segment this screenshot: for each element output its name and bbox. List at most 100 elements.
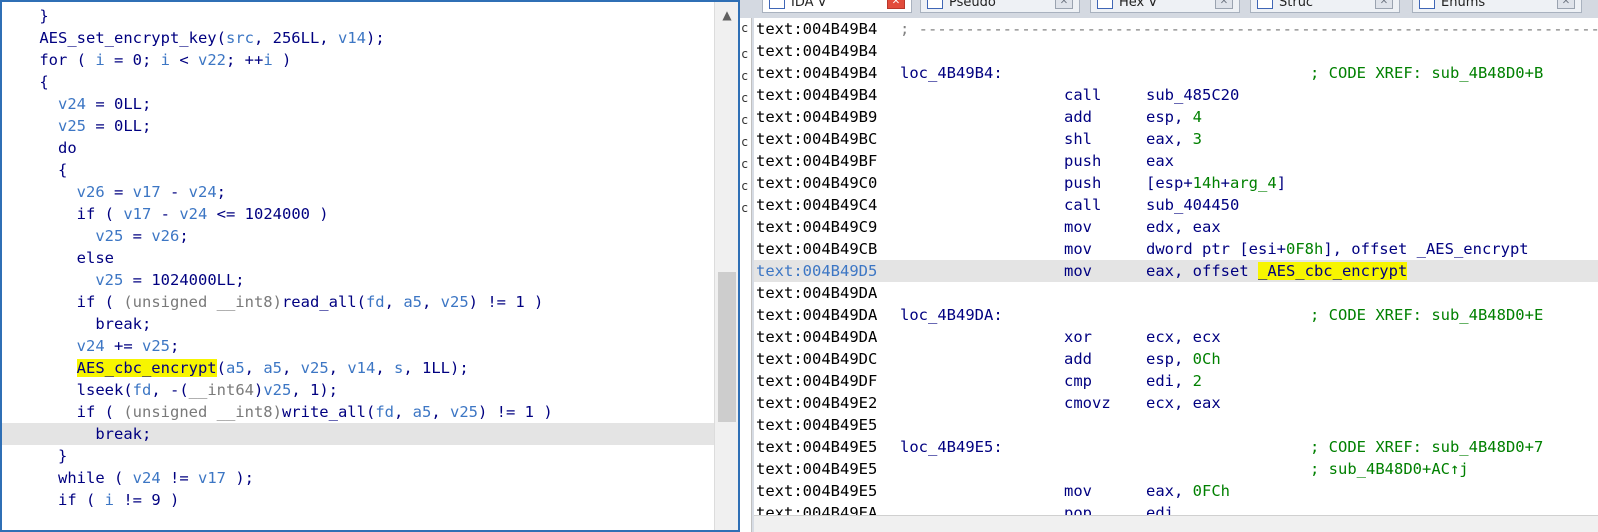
disassembly-line[interactable]: text:004B49E5 ; sub_4B48D0+AC↑j: [754, 458, 1598, 480]
disassembly-line[interactable]: text:004B49DC add esp, 0Ch: [754, 348, 1598, 370]
close-icon[interactable]: ✕: [887, 0, 905, 9]
code-token[interactable]: v24: [77, 337, 105, 355]
operands[interactable]: esp, 0Ch: [1146, 348, 1221, 370]
pseudocode-line[interactable]: AES_set_encrypt_key(src, 256LL, v14);: [2, 27, 714, 49]
code-token[interactable]: v14: [347, 359, 375, 377]
pseudocode-line[interactable]: v24 = 0LL;: [2, 93, 714, 115]
pseudocode-line[interactable]: if ( (unsigned __int8)read_all(fd, a5, v…: [2, 291, 714, 313]
code-token[interactable]: i: [105, 491, 114, 509]
close-icon[interactable]: ✕: [1055, 0, 1073, 9]
code-token[interactable]: v24: [179, 205, 207, 223]
code-token[interactable]: i: [95, 51, 104, 69]
code-token[interactable]: v25: [95, 227, 123, 245]
pseudocode-line[interactable]: }: [2, 5, 714, 27]
disassembly-line[interactable]: text:004B49C4 call sub_404450: [754, 194, 1598, 216]
scroll-up-arrow-icon[interactable]: ▲: [715, 4, 738, 26]
pseudocode-line[interactable]: break;: [2, 313, 714, 335]
code-token[interactable]: write_all: [282, 403, 366, 421]
code-token[interactable]: v24: [58, 95, 86, 113]
tab-enums[interactable]: Enums ✕: [1412, 0, 1582, 13]
code-token[interactable]: v24: [189, 183, 217, 201]
xref-comment[interactable]: ; CODE XREF: sub_4B48D0+E: [1310, 304, 1543, 326]
operands[interactable]: ecx, eax: [1146, 392, 1221, 414]
horizontal-scrollbar[interactable]: [754, 515, 1598, 532]
operands[interactable]: eax, 3: [1146, 128, 1202, 150]
close-icon[interactable]: ✕: [1215, 0, 1233, 9]
disassembly-line[interactable]: text:004B49CB mov dword ptr [esi+0F8h], of…: [754, 238, 1598, 260]
code-token[interactable]: v25: [301, 359, 329, 377]
xref-comment[interactable]: ; sub_4B48D0+AC↑j: [1310, 458, 1469, 480]
disassembly-line[interactable]: text:004B49EA pop edi: [754, 502, 1598, 515]
pseudocode-line[interactable]: break;: [2, 423, 714, 445]
code-token[interactable]: fd: [375, 403, 394, 421]
pseudocode-line[interactable]: if ( v17 - v24 <= 1024000 ): [2, 203, 714, 225]
disassembly-line[interactable]: text:004B49DA xor ecx, ecx: [754, 326, 1598, 348]
code-token[interactable]: a5: [263, 359, 282, 377]
pseudocode-line[interactable]: for ( i = 0; i < v22; ++i ): [2, 49, 714, 71]
code-token[interactable]: v25: [58, 117, 86, 135]
code-token[interactable]: src: [226, 29, 254, 47]
disassembly-line[interactable]: text:004B49B4: [754, 40, 1598, 62]
xref-comment[interactable]: ; CODE XREF: sub_4B48D0+B: [1310, 62, 1543, 84]
code-token[interactable]: v25: [450, 403, 478, 421]
pseudocode-line[interactable]: {: [2, 71, 714, 93]
pseudocode-line[interactable]: else: [2, 247, 714, 269]
tab-ida-v[interactable]: IDA V ✕: [762, 0, 912, 13]
code-token[interactable]: a5: [413, 403, 432, 421]
disassembly-line[interactable]: text:004B49C0 push [esp+14h+arg_4]: [754, 172, 1598, 194]
code-token[interactable]: v25: [95, 271, 123, 289]
tab-struc[interactable]: Struc ✕: [1250, 0, 1400, 13]
code-token[interactable]: lseek(: [2, 381, 133, 399]
operands[interactable]: sub_485C20: [1146, 84, 1239, 106]
disassembly-line[interactable]: text:004B49DA loc_4B49DA: ; CODE XREF: sub…: [754, 304, 1598, 326]
code-token[interactable]: v25: [441, 293, 469, 311]
disassembly-line[interactable]: text:004B49E5 mov eax, 0FCh: [754, 480, 1598, 502]
pseudocode-pane[interactable]: } AES_set_encrypt_key(src, 256LL, v14); …: [0, 0, 740, 532]
disassembly-line[interactable]: text:004B49B9 add esp, 4: [754, 106, 1598, 128]
code-label[interactable]: loc_4B49B4:: [900, 62, 1003, 84]
operands[interactable]: eax: [1146, 150, 1174, 172]
disassembly-line[interactable]: text:004B49C9 mov edx, eax: [754, 216, 1598, 238]
pseudocode-line[interactable]: v25 = 1024000LL;: [2, 269, 714, 291]
operands[interactable]: eax, offset _AES_cbc_encrypt: [1146, 260, 1408, 282]
code-label[interactable]: loc_4B49E5:: [900, 436, 1003, 458]
code-token[interactable]: v17: [133, 183, 161, 201]
operands[interactable]: sub_404450: [1146, 194, 1239, 216]
code-token[interactable]: AES_set_encrypt_key: [39, 29, 216, 47]
disassembly-line[interactable]: text:004B49BC shl eax, 3: [754, 128, 1598, 150]
operands[interactable]: dword ptr [esi+0F8h], offset _AES_encryp…: [1146, 238, 1529, 260]
disassembly-line[interactable]: text:004B49B4 loc_4B49B4: ; CODE XREF: sub…: [754, 62, 1598, 84]
code-token[interactable]: v17: [198, 469, 226, 487]
disassembly-line[interactable]: text:004B49E5 loc_4B49E5: ; CODE XREF: sub…: [754, 436, 1598, 458]
disassembly-line[interactable]: text:004B49B4 call sub_485C20: [754, 84, 1598, 106]
xref-comment[interactable]: ; CODE XREF: sub_4B48D0+7: [1310, 436, 1543, 458]
code-token[interactable]: v26: [77, 183, 105, 201]
operands[interactable]: edi: [1146, 502, 1174, 515]
pseudocode-line[interactable]: }: [2, 445, 714, 467]
disassembly-listing[interactable]: text:004B49B4 ; -------------------------…: [754, 18, 1598, 515]
pseudocode-line[interactable]: while ( v24 != v17 );: [2, 467, 714, 489]
pseudocode-scrollbar[interactable]: ▲: [714, 2, 738, 530]
code-token[interactable]: v17: [123, 205, 151, 223]
disassembly-line[interactable]: text:004B49D5 mov eax, offset _AES_cbc_enc…: [754, 260, 1598, 282]
operands[interactable]: eax, 0FCh: [1146, 480, 1230, 502]
operands[interactable]: edi, 2: [1146, 370, 1202, 392]
pseudocode-line[interactable]: {: [2, 159, 714, 181]
operands[interactable]: ecx, ecx: [1146, 326, 1221, 348]
code-token[interactable]: v25: [263, 381, 291, 399]
pseudocode-line[interactable]: v25 = v26;: [2, 225, 714, 247]
pseudocode-line[interactable]: v25 = 0LL;: [2, 115, 714, 137]
operands[interactable]: [esp+14h+arg_4]: [1146, 172, 1286, 194]
disassembly-line[interactable]: text:004B49DA: [754, 282, 1598, 304]
pseudocode-line[interactable]: if ( i != 9 ): [2, 489, 714, 511]
disassembly-line[interactable]: text:004B49BF push eax: [754, 150, 1598, 172]
pseudocode-line[interactable]: lseek(fd, -(__int64)v25, 1);: [2, 379, 714, 401]
scrollbar-thumb[interactable]: [718, 272, 736, 422]
tab-pseudo[interactable]: Pseudo ✕: [920, 0, 1080, 13]
tab-hex-v[interactable]: Hex V ✕: [1090, 0, 1240, 13]
code-token[interactable]: v24: [133, 469, 161, 487]
disassembly-line[interactable]: text:004B49B4 ; -------------------------…: [754, 18, 1598, 40]
code-token[interactable]: v25: [142, 337, 170, 355]
disassembly-line[interactable]: text:004B49DF cmp edi, 2: [754, 370, 1598, 392]
code-token[interactable]: fd: [366, 293, 385, 311]
